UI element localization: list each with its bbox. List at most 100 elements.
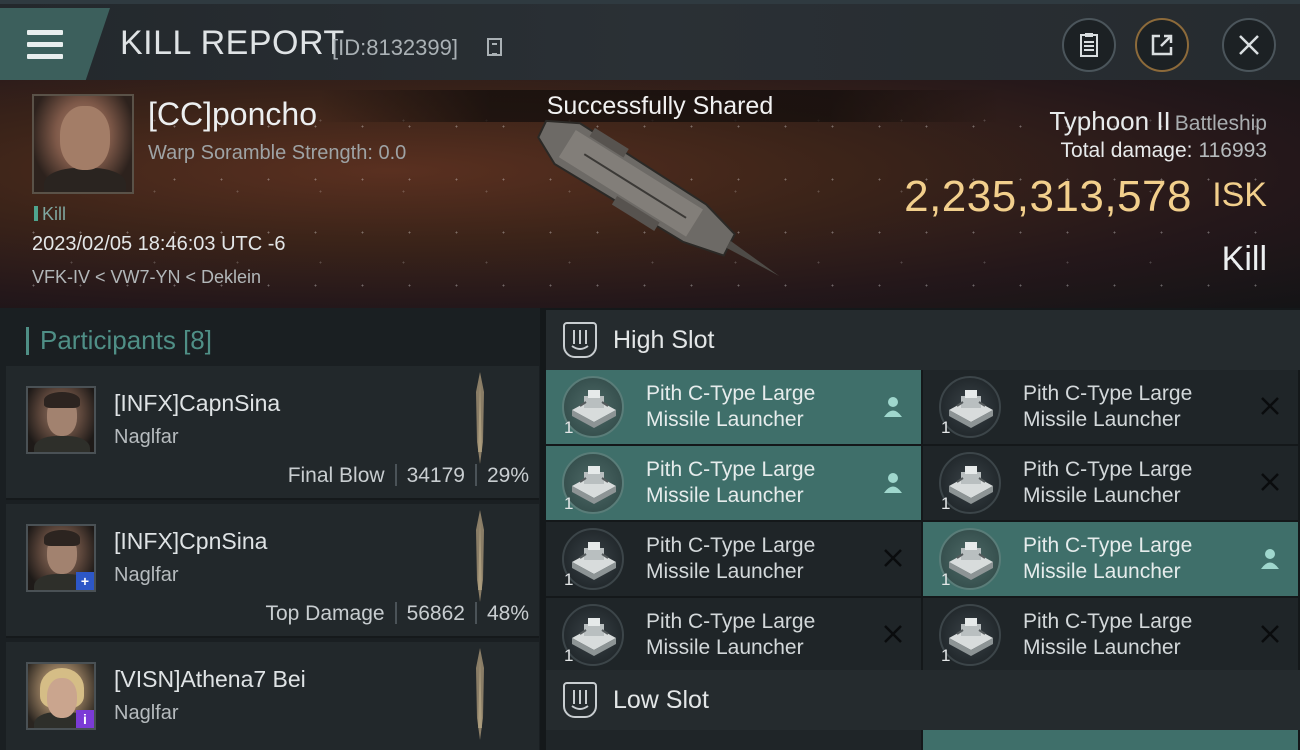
module-quantity: 1 bbox=[941, 418, 951, 437]
clipboard-icon bbox=[1080, 33, 1098, 57]
module-name: Pith C-Type Large Missile Launcher bbox=[646, 381, 886, 433]
module-name-line1: Pith C-Type Large bbox=[1023, 458, 1193, 481]
menu-icon-bar bbox=[27, 42, 63, 47]
module-name-line1: Pith C-Type Large bbox=[1023, 610, 1193, 633]
module-quantity: 1 bbox=[941, 646, 951, 665]
kill-datetime: 2023/02/05 18:46:03 UTC -6 bbox=[32, 233, 286, 255]
module-quantity: 1 bbox=[564, 570, 574, 589]
module-quantity: 1 bbox=[564, 418, 574, 437]
participants-count: [8] bbox=[183, 325, 212, 355]
participant-row[interactable]: i [VISN]Athena7 Bei Naglfar bbox=[6, 642, 539, 750]
participant-ship: Naglfar bbox=[114, 564, 179, 586]
participant-percent: 29% bbox=[486, 464, 529, 487]
avatar[interactable]: i bbox=[26, 662, 96, 730]
module-name-line2: Missile Launcher bbox=[1023, 636, 1181, 659]
portrait-body bbox=[44, 168, 126, 192]
dreadnought-icon bbox=[476, 648, 484, 740]
share-button[interactable] bbox=[1135, 18, 1189, 72]
info-badge-icon: i bbox=[76, 710, 94, 728]
module-name-line2: Missile Launcher bbox=[1023, 484, 1181, 507]
avatar-face bbox=[47, 678, 77, 718]
module-name-line1: Pith C-Type Large bbox=[1023, 534, 1193, 557]
kill-location[interactable]: VFK-IV < VW7-YN < Deklein bbox=[32, 267, 261, 288]
module-quantity: 1 bbox=[564, 646, 574, 665]
divider bbox=[474, 602, 477, 624]
module-slot[interactable]: 1 Pith C-Type Large Missile Launcher bbox=[546, 522, 921, 596]
module-slot[interactable]: 1 Pith C-Type Large Missile Launcher bbox=[546, 370, 921, 444]
fitting-panel: High Slot 1 Pith C-Type Large Missile Laun… bbox=[540, 308, 1300, 750]
divider bbox=[394, 464, 397, 486]
module-quantity: 1 bbox=[564, 494, 574, 513]
participant-damage: 56862 bbox=[406, 602, 465, 625]
dropped-person-icon bbox=[1258, 546, 1282, 570]
divider bbox=[474, 464, 477, 486]
divider bbox=[394, 602, 397, 624]
dreadnought-icon bbox=[476, 372, 484, 464]
avatar[interactable] bbox=[26, 386, 96, 454]
module-name: Pith C-Type Large Missile Launcher bbox=[1023, 533, 1263, 585]
isk-value: 2,235,313,578 bbox=[904, 172, 1192, 221]
module-name: Pith C-Type Large Missile Launcher bbox=[646, 609, 886, 661]
module-slot[interactable]: 1 Pith C-Type Large Missile Launcher bbox=[923, 522, 1298, 596]
close-button[interactable] bbox=[1222, 18, 1276, 72]
participant-stats: Final Blow 34179 29% bbox=[288, 464, 529, 488]
participant-stats: Top Damage 56862 48% bbox=[265, 602, 529, 626]
victim-name[interactable]: [CC]poncho bbox=[148, 96, 317, 133]
ship-icon[interactable] bbox=[510, 110, 790, 290]
participant-name: [INFX]CpnSina bbox=[114, 528, 268, 554]
module-name-line2: Missile Launcher bbox=[646, 560, 804, 583]
module-name-line2: Missile Launcher bbox=[646, 484, 804, 507]
total-damage-label: Total damage: bbox=[1060, 139, 1193, 162]
menu-button[interactable] bbox=[0, 8, 110, 80]
module-name-line2: Missile Launcher bbox=[646, 408, 804, 431]
module-slot[interactable]: 1 Pith C-Type Large Missile Launcher bbox=[923, 598, 1298, 672]
close-icon bbox=[1239, 35, 1259, 55]
module-slot[interactable]: 1 Pith C-Type Large Missile Launcher bbox=[546, 446, 921, 520]
low-slot-header[interactable]: Low Slot bbox=[546, 670, 1300, 730]
plus-badge-icon: + bbox=[76, 572, 94, 590]
kill-id: [ID:8132399] bbox=[332, 35, 458, 60]
page-title: KILL REPORT bbox=[120, 24, 345, 62]
participant-ship: Naglfar bbox=[114, 702, 179, 724]
module-slot[interactable]: 1 Pith C-Type Large Missile Launcher bbox=[546, 598, 921, 672]
share-icon bbox=[1151, 34, 1173, 56]
module-slot[interactable]: 1 Pith C-Type Large Missile Launcher bbox=[923, 446, 1298, 520]
portrait-face bbox=[60, 106, 110, 170]
high-slot-title: High Slot bbox=[613, 326, 715, 354]
participant-name: [VISN]Athena7 Bei bbox=[114, 666, 306, 692]
destroyed-x-icon bbox=[881, 622, 905, 646]
low-slot-module-partial[interactable] bbox=[923, 730, 1298, 750]
low-slot-module-partial[interactable] bbox=[546, 730, 921, 750]
ship-class: Battleship bbox=[1174, 112, 1267, 135]
victim-portrait[interactable] bbox=[32, 94, 134, 194]
participants-header: Participants [8] bbox=[26, 325, 212, 356]
destroyed-x-icon bbox=[1258, 622, 1282, 646]
clipboard-button[interactable] bbox=[1062, 18, 1116, 72]
dreadnought-icon bbox=[476, 510, 484, 602]
participant-damage: 34179 bbox=[406, 464, 465, 487]
module-name-line1: Pith C-Type Large bbox=[1023, 382, 1193, 405]
ship-type[interactable]: Typhoon II Battleship bbox=[1049, 106, 1267, 137]
copy-icon[interactable] bbox=[487, 38, 502, 56]
avatar-suit bbox=[34, 436, 90, 452]
participant-row[interactable]: + [INFX]CpnSina Naglfar Top Damage 56862 4… bbox=[6, 504, 539, 638]
low-slot-title: Low Slot bbox=[613, 686, 709, 714]
participant-role: Final Blow bbox=[287, 464, 385, 487]
module-name: Pith C-Type Large Missile Launcher bbox=[646, 457, 886, 509]
module-name-line1: Pith C-Type Large bbox=[646, 610, 816, 633]
module-slot[interactable]: 1 Pith C-Type Large Missile Launcher bbox=[923, 370, 1298, 444]
total-damage-value: 116993 bbox=[1198, 139, 1267, 162]
result-label: Kill bbox=[1221, 240, 1267, 278]
participant-role: Top Damage bbox=[265, 602, 385, 625]
module-name: Pith C-Type Large Missile Launcher bbox=[1023, 381, 1263, 433]
module-name-line2: Missile Launcher bbox=[646, 636, 804, 659]
module-name-line1: Pith C-Type Large bbox=[646, 534, 816, 557]
low-slot-icon bbox=[563, 682, 597, 718]
high-slot-header[interactable]: High Slot bbox=[546, 310, 1300, 370]
menu-icon bbox=[27, 30, 63, 35]
participant-row[interactable]: [INFX]CapnSina Naglfar Final Blow 34179 29… bbox=[6, 366, 539, 500]
participants-label: Participants bbox=[40, 325, 176, 355]
kill-tag: Kill bbox=[34, 204, 66, 225]
avatar[interactable]: + bbox=[26, 524, 96, 592]
module-name-line1: Pith C-Type Large bbox=[646, 382, 816, 405]
